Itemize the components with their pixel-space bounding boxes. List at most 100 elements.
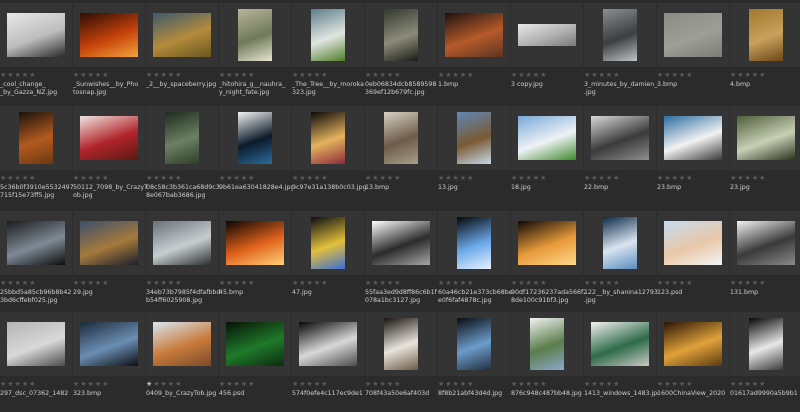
thumbnail-item[interactable]: ★★★★★ 1413_windows_1483.jpg [584, 312, 658, 412]
thumbnail-item[interactable]: ★★★★★ 08c58c3b361ca68d9c3 8e067bab3686.jp… [146, 106, 220, 206]
thumbnail-item[interactable]: ★★★★★ 3_minutes_by_damien_c .jpg [584, 3, 658, 103]
thumbnail-item[interactable]: ★★★★★ 9c97e31a138b0c03.jpg [292, 106, 366, 206]
rating-stars[interactable]: ★★★★★ [584, 380, 620, 388]
rating-stars[interactable]: ★★★★★ [511, 174, 547, 182]
thumbnail-item[interactable]: ★★★★★ _2__by_spaceberry.jpg [146, 3, 218, 103]
rating-stars[interactable]: ★★★★★ [657, 279, 693, 287]
thumbnail-item[interactable]: ★★★★★ 131.bmp [730, 211, 800, 311]
thumbnail-frame [657, 3, 729, 67]
thumbnail-item[interactable]: ★★★★★ 5c36b0f3910e55324976 715f15e73ff5.j… [0, 106, 74, 206]
thumbnail-item[interactable]: ★★★★★ 23.bmp [657, 106, 729, 206]
rating-stars[interactable]: ★★★★★ [584, 174, 620, 182]
thumbnail-item[interactable]: ★★★★★ _The_Tree__by_moroka 323.jpg [292, 3, 364, 103]
thumbnail-item[interactable]: ★★★★★ 122__by_shanina12793 .jpg [584, 211, 658, 311]
arch-window-image [384, 318, 418, 370]
thumbnail-item[interactable]: ★★★★★ 0409_by_CrazyTob.jpg [146, 312, 218, 412]
thumbnail-item[interactable]: ★★★★★ 13.bmp [365, 106, 437, 206]
thumbnail-item[interactable]: ★★★★★ 123.psd [657, 211, 729, 311]
thumbnail-item[interactable]: ★★★★★ 9b61ea63041828e4.jpg [219, 106, 293, 206]
rating-stars[interactable]: ★★★★★ [438, 380, 474, 388]
thumbnail-item[interactable]: ★★★★★ 22.bmp [584, 106, 656, 206]
rating-stars[interactable]: ★★★★★ [219, 174, 255, 182]
thumbnail-item[interactable]: ★★★★★ 60a46cb21e373cb68bef e0f6faf4878c.j… [438, 211, 512, 311]
rating-stars[interactable]: ★★★★★ [365, 380, 401, 388]
rating-stars[interactable]: ★★★★★ [438, 279, 474, 287]
rating-stars[interactable]: ★★★★★ [365, 279, 401, 287]
green-shutters-image [591, 322, 649, 366]
thumbnail-item[interactable]: ★★★★★ 18.jpg [511, 106, 583, 206]
rating-stars[interactable]: ★★★★★ [146, 279, 182, 287]
rating-stars[interactable]: ★★★★★ [0, 380, 36, 388]
rating-stars[interactable]: ★★★★★ [657, 71, 693, 79]
thumbnail-item[interactable]: ★★★★★ 323.bmp [73, 312, 145, 412]
file-name-label: 50112_7098_by_CrazyT ob.jpg [73, 184, 147, 199]
thumbnail-item[interactable]: ★★★★★ 29.jpg [73, 211, 145, 311]
thumbnail-item[interactable]: ★★★★★ 574f0efe4c117ec9de1 [292, 312, 364, 412]
rating-stars[interactable]: ★★★★★ [292, 71, 328, 79]
rating-stars[interactable]: ★★★★★ [438, 174, 474, 182]
rating-stars[interactable]: ★★★★★ [511, 71, 547, 79]
thumbnail-item[interactable]: ★★★★★ 90df17236237ada566f2 8de100c91bf3.j… [511, 211, 585, 311]
rating-stars[interactable]: ★★★★★ [584, 71, 620, 79]
rating-stars[interactable]: ★★★★★ [730, 174, 766, 182]
rating-stars[interactable]: ★★★★★ [0, 174, 36, 182]
rating-stars[interactable]: ★★★★★ [292, 174, 328, 182]
rating-stars[interactable]: ★★★★★ [730, 71, 766, 79]
rating-stars[interactable]: ★★★★★ [657, 174, 693, 182]
thumbnail-item[interactable]: ★★★★★ 876c948c487bb48.jpg [511, 312, 583, 412]
rating-stars[interactable]: ★★★★★ [73, 174, 109, 182]
rating-stars[interactable]: ★★★★★ [146, 380, 182, 388]
rating-stars[interactable]: ★★★★★ [730, 380, 766, 388]
rating-stars[interactable]: ★★★★★ [146, 71, 182, 79]
thumbnail-item[interactable]: ★★★★★ 456.psd [219, 312, 291, 412]
rating-stars[interactable]: ★★★★★ [365, 174, 401, 182]
rating-stars[interactable]: ★★★★★ [657, 380, 693, 388]
green-hills-image [518, 116, 576, 160]
rating-stars[interactable]: ★★★★★ [511, 380, 547, 388]
rating-stars[interactable]: ★★★★★ [730, 279, 766, 287]
thumbnail-item[interactable]: ★★★★★ 708f43a50e6af403d [365, 312, 437, 412]
thumbnail-item[interactable]: ★★★★★ 01617ad9990a5b9b1 [730, 312, 800, 412]
rating-stars[interactable]: ★★★★★ [438, 71, 474, 79]
rating-stars[interactable]: ★★★★★ [584, 279, 620, 287]
file-name-label: 876c948c487bb48.jpg [511, 390, 582, 397]
rating-stars[interactable]: ★★★★★ [73, 380, 109, 388]
thumbnail-item[interactable]: ★★★★★ 13.jpg [438, 106, 510, 206]
rating-stars[interactable]: ★★★★★ [0, 71, 36, 79]
thumbnail-item[interactable]: ★★★★★ 4.bmp [730, 3, 800, 103]
rating-stars[interactable]: ★★★★★ [73, 71, 109, 79]
thumbnail-item[interactable]: ★★★★★ 0eb06834dcb8589598 369ef12b679fc.jp… [365, 3, 437, 103]
gothic-window-image [457, 318, 491, 370]
thumbnail-item[interactable]: ★★★★★ 55faa3ed9d8ff86c6b1f 078a1bc3127.jp… [365, 211, 437, 311]
thumbnail-item[interactable]: ★★★★★ 3.bmp [657, 3, 729, 103]
rating-stars[interactable]: ★★★★★ [0, 279, 36, 287]
thumbnail-item[interactable]: ★★★★★ 50112_7098_by_CrazyT ob.jpg [73, 106, 147, 206]
thumbnail-item[interactable]: ★★★★★ 34eb73b7985f4dfafbbd b54ff6025908.j… [146, 211, 220, 311]
thumbnail-item[interactable]: ★★★★★ 1.bmp [438, 3, 510, 103]
thumbnail-item[interactable]: ★★★★★ _cool_change_ _by_Gazza_NZ.jpg [0, 3, 72, 103]
thumbnail-item[interactable]: ★★★★★ _Sunwishes__by_Pho tosnap.jpg [73, 3, 145, 103]
thumbnail-item[interactable]: ★★★★★ 1600ChinaView_2020 [657, 312, 729, 412]
thumbnail-item[interactable]: ★★★★★ _hitohira_g__nauhra_ y_night_fate.j… [219, 3, 291, 103]
rating-stars[interactable]: ★★★★★ [365, 71, 401, 79]
rating-stars[interactable]: ★★★★★ [219, 71, 255, 79]
thumbnail-item[interactable]: ★★★★★ 297_dsc_07362_1482 [0, 312, 72, 412]
rating-stars[interactable]: ★★★★★ [146, 174, 182, 182]
thumbnail-item[interactable]: ★★★★★ 25bbd5a85cb96b8b42 3bd6cffebf025.jp… [0, 211, 72, 311]
thumbnail-frame [219, 3, 291, 67]
rating-stars[interactable]: ★★★★★ [292, 380, 328, 388]
file-name-label: 574f0efe4c117ec9de1 [292, 390, 363, 397]
rating-stars[interactable]: ★★★★★ [511, 279, 547, 287]
thumbnail-item[interactable]: ★★★★★ 23.jpg [730, 106, 800, 206]
thumbnail-frame [438, 312, 510, 376]
thumbnail-item[interactable]: ★★★★★ 3 copy.jpg [511, 3, 583, 103]
thumbnail-frame [73, 3, 145, 67]
thumbnail-item[interactable]: ★★★★★ 45.bmp [219, 211, 291, 311]
rating-stars[interactable]: ★★★★★ [73, 279, 109, 287]
rating-stars[interactable]: ★★★★★ [219, 380, 255, 388]
rating-stars[interactable]: ★★★★★ [292, 279, 328, 287]
thumbnail-item[interactable]: ★★★★★ 8f8b21abf43d4d.jpg [438, 312, 510, 412]
thumbnail-item[interactable]: ★★★★★ 47.jpg [292, 211, 364, 311]
rating-stars[interactable]: ★★★★★ [219, 279, 255, 287]
white-figure-image [372, 221, 430, 265]
